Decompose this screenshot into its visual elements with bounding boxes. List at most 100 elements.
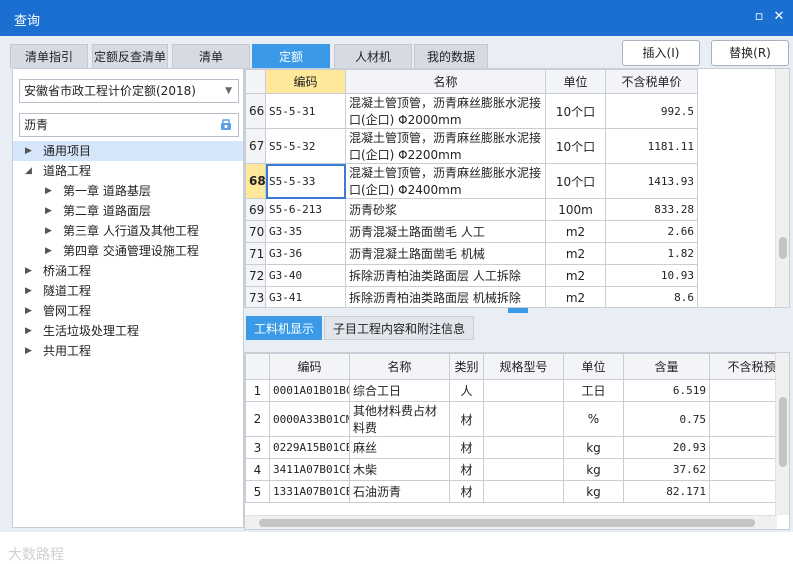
tree-item[interactable]: ◢ 道路工程 xyxy=(13,161,243,181)
quantity-cell[interactable]: 6.519 xyxy=(623,379,710,402)
chevron-right-icon[interactable]: ▶ xyxy=(45,201,52,221)
column-header-spec[interactable]: 规格型号 xyxy=(483,353,564,380)
code-cell[interactable]: S5-5-32 xyxy=(265,128,346,164)
code-cell[interactable]: 0229A15B01CB xyxy=(269,436,350,459)
search-input[interactable]: 沥青 xyxy=(19,113,239,137)
scrollbar-thumb[interactable] xyxy=(259,519,755,527)
unit-cell[interactable]: 工日 xyxy=(563,379,624,402)
quantity-cell[interactable]: 37.62 xyxy=(623,458,710,481)
chevron-down-icon[interactable]: ◢ xyxy=(25,161,32,181)
tab-bill[interactable]: 清单 xyxy=(172,44,250,68)
quantity-cell[interactable]: 82.171 xyxy=(623,480,710,503)
tab-my-data[interactable]: 我的数据 xyxy=(414,44,488,68)
column-header-unit[interactable]: 单位 xyxy=(545,69,606,94)
name-cell[interactable]: 麻丝 xyxy=(349,436,450,459)
chevron-right-icon[interactable]: ▶ xyxy=(25,341,32,361)
table-row-selected[interactable]: 68 S5-5-33 混凝土管顶管，沥青麻丝膨胀水泥接口(企口) Φ2400mm… xyxy=(245,163,698,199)
table-row[interactable]: 66 S5-5-31 混凝土管顶管，沥青麻丝膨胀水泥接口(企口) Φ2000mm… xyxy=(245,93,698,129)
column-header-name[interactable]: 名称 xyxy=(349,353,450,380)
code-cell[interactable]: 0001A01B01BC xyxy=(269,379,350,402)
material-horizontal-scrollbar[interactable] xyxy=(245,515,777,529)
column-header-unit[interactable]: 单位 xyxy=(563,353,624,380)
price-cell[interactable]: 10.93 xyxy=(605,264,698,287)
chevron-right-icon[interactable]: ▶ xyxy=(25,321,32,341)
name-cell[interactable]: 沥青混凝土路面凿毛 机械 xyxy=(345,242,546,265)
material-vertical-scrollbar[interactable] xyxy=(775,353,789,515)
unit-cell[interactable]: m2 xyxy=(545,286,606,307)
quantity-cell[interactable]: 0.75 xyxy=(623,401,710,437)
spec-cell[interactable] xyxy=(483,480,564,503)
tab-bill-guide[interactable]: 清单指引 xyxy=(10,44,88,68)
code-cell[interactable]: S5-5-33 xyxy=(265,163,346,199)
table-row[interactable]: 2 0000A33B01CM 其他材料费占材料费 材 % 0.75 xyxy=(245,401,789,437)
quota-library-select[interactable]: 安徽省市政工程计价定额(2018) ▼ xyxy=(19,79,239,103)
tree-item[interactable]: ▶ 第三章 人行道及其他工程 xyxy=(13,221,243,241)
table-row[interactable]: 67 S5-5-32 混凝土管顶管，沥青麻丝膨胀水泥接口(企口) Φ2200mm… xyxy=(245,128,698,164)
code-cell[interactable]: G3-35 xyxy=(265,220,346,243)
name-cell[interactable]: 沥青混凝土路面凿毛 人工 xyxy=(345,220,546,243)
maximize-icon[interactable]: ▫ xyxy=(752,10,766,24)
quota-vertical-scrollbar[interactable] xyxy=(775,69,789,307)
table-row[interactable]: 69 S5-6-213 沥青砂浆 100m 833.28 xyxy=(245,198,698,221)
type-cell[interactable]: 材 xyxy=(449,436,484,459)
tree-item[interactable]: ▶ 共用工程 xyxy=(13,341,243,361)
column-header-code[interactable]: 编码 xyxy=(265,69,346,94)
chevron-right-icon[interactable]: ▶ xyxy=(25,141,32,161)
name-cell[interactable]: 沥青砂浆 xyxy=(345,198,546,221)
name-cell[interactable]: 石油沥青 xyxy=(349,480,450,503)
name-cell[interactable]: 综合工日 xyxy=(349,379,450,402)
tree-item[interactable]: ▶ 桥涵工程 xyxy=(13,261,243,281)
chevron-right-icon[interactable]: ▶ xyxy=(25,281,32,301)
unit-cell[interactable]: % xyxy=(563,401,624,437)
unit-cell[interactable]: m2 xyxy=(545,264,606,287)
column-header-name[interactable]: 名称 xyxy=(345,69,546,94)
unit-cell[interactable]: m2 xyxy=(545,220,606,243)
insert-button[interactable]: 插入(I) xyxy=(622,40,700,66)
name-cell[interactable]: 混凝土管顶管，沥青麻丝膨胀水泥接口(企口) Φ2200mm xyxy=(345,128,546,164)
price-cell[interactable]: 8.6 xyxy=(605,286,698,307)
table-row[interactable]: 5 1331A07B01CB 石油沥青 材 kg 82.171 xyxy=(245,480,789,503)
code-cell[interactable]: G3-40 xyxy=(265,264,346,287)
unit-cell[interactable]: 10个口 xyxy=(545,93,606,129)
type-cell[interactable]: 材 xyxy=(449,401,484,437)
type-cell[interactable]: 材 xyxy=(449,458,484,481)
column-header-code[interactable]: 编码 xyxy=(269,353,350,380)
table-row[interactable]: 70 G3-35 沥青混凝土路面凿毛 人工 m2 2.66 xyxy=(245,220,698,243)
unit-cell[interactable]: 100m xyxy=(545,198,606,221)
unit-cell[interactable]: kg xyxy=(563,458,624,481)
name-cell[interactable]: 其他材料费占材料费 xyxy=(349,401,450,437)
table-row[interactable]: 3 0229A15B01CB 麻丝 材 kg 20.93 xyxy=(245,436,789,459)
tab-sub-item-notes[interactable]: 子目工程内容和附注信息 xyxy=(324,316,474,340)
tree-item[interactable]: ▶ 第一章 道路基层 xyxy=(13,181,243,201)
panel-splitter[interactable] xyxy=(244,308,790,314)
price-cell[interactable]: 992.5 xyxy=(605,93,698,129)
replace-button[interactable]: 替换(R) xyxy=(711,40,789,66)
tree-item[interactable]: ▶ 隧道工程 xyxy=(13,281,243,301)
code-cell[interactable]: S5-5-31 xyxy=(265,93,346,129)
unit-cell[interactable]: 10个口 xyxy=(545,128,606,164)
name-cell[interactable]: 混凝土管顶管，沥青麻丝膨胀水泥接口(企口) Φ2400mm xyxy=(345,163,546,199)
unit-cell[interactable]: 10个口 xyxy=(545,163,606,199)
tree-item[interactable]: ▶ 通用项目 xyxy=(13,141,243,161)
code-cell[interactable]: G3-36 xyxy=(265,242,346,265)
table-row[interactable]: 71 G3-36 沥青混凝土路面凿毛 机械 m2 1.82 xyxy=(245,242,698,265)
column-header-type[interactable]: 类别 xyxy=(449,353,484,380)
chevron-right-icon[interactable]: ▶ xyxy=(25,301,32,321)
scrollbar-thumb[interactable] xyxy=(779,237,787,259)
close-icon[interactable]: ✕ xyxy=(772,10,786,24)
tree-item[interactable]: ▶ 第四章 交通管理设施工程 xyxy=(13,241,243,261)
price-cell[interactable]: 1.82 xyxy=(605,242,698,265)
quantity-cell[interactable]: 20.93 xyxy=(623,436,710,459)
unit-cell[interactable]: kg xyxy=(563,480,624,503)
chevron-right-icon[interactable]: ▶ xyxy=(45,221,52,241)
search-icon[interactable] xyxy=(219,118,233,132)
unit-cell[interactable]: kg xyxy=(563,436,624,459)
splitter-grip-icon[interactable] xyxy=(508,308,528,313)
unit-cell[interactable]: m2 xyxy=(545,242,606,265)
price-cell[interactable]: 1413.93 xyxy=(605,163,698,199)
type-cell[interactable]: 人 xyxy=(449,379,484,402)
code-cell[interactable]: 0000A33B01CM xyxy=(269,401,350,437)
price-cell[interactable]: 833.28 xyxy=(605,198,698,221)
spec-cell[interactable] xyxy=(483,401,564,437)
tab-material-display[interactable]: 工料机显示 xyxy=(246,316,322,340)
